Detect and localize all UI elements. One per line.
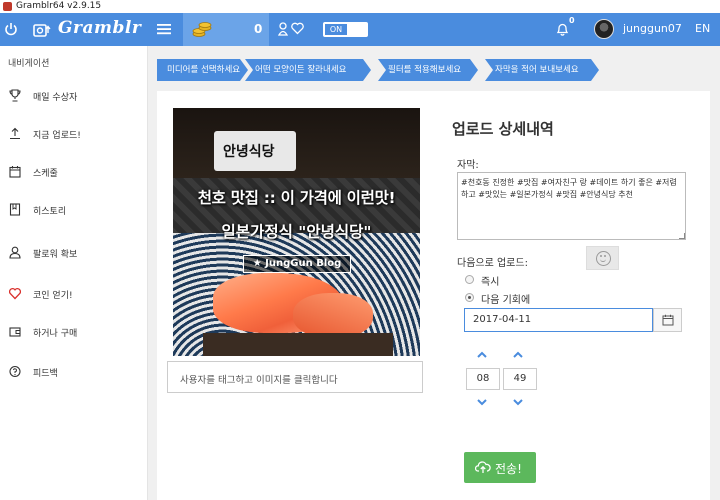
minute-up-chevron-icon[interactable] [512,351,524,359]
caption-label: 자막: [457,160,479,171]
calendar-button[interactable] [653,308,682,332]
step-filter[interactable]: 필터를 적용해보세요 [378,59,478,81]
sidebar-item-label: 매일 수상자 [33,93,78,103]
sidebar-item-schedule[interactable]: 스케줄 [0,160,148,184]
username[interactable]: junggun07 [623,22,682,35]
image-blog-banner: ★ JungGun Blog [243,255,351,273]
sidebar-header: 내비게이션 [8,59,50,69]
on-off-toggle[interactable]: ON [323,22,368,37]
tag-users-field[interactable]: 사용자를 태그하고 이미지를 클릭합니다 [167,361,423,393]
tag-users-placeholder: 사용자를 태그하고 이미지를 클릭합니다 [180,375,338,386]
top-navbar: Gramblr 0 ON 0 junggun07 EN [0,13,720,46]
calendar-icon [662,314,674,326]
app-logo: Gramblr [58,18,142,38]
image-bowl [203,333,393,356]
send-button[interactable]: 전송! [464,452,536,483]
upload-when-label: 다음으로 업로드: [457,258,528,269]
hour-down-chevron-icon[interactable] [476,398,488,406]
image-salmon-slice [293,293,373,338]
wallet-icon [9,327,21,337]
sidebar-item-daily-winners[interactable]: 매일 수상자 [0,84,148,108]
heart-icon[interactable] [291,22,304,35]
textarea-resize-handle[interactable] [679,233,685,239]
hour-up-chevron-icon[interactable] [476,351,488,359]
sidebar-item-label: 지금 업로드! [33,131,81,141]
sidebar-item-label: 히스토리 [33,207,67,217]
sidebar-item-label: 하거나 구매 [33,329,78,339]
trophy-icon [9,89,21,102]
window-title: Gramblr64 v2.9.15 [16,1,102,11]
smiley-icon [596,251,611,266]
follower-icon[interactable] [278,22,288,36]
step-select-media[interactable]: 미디어를 선택하세요 [157,59,248,81]
image-title-line2: 일본가정식 "안녕식당" [221,223,372,241]
caption-textarea[interactable]: #천호동 진정한 #맛집 #여자친구 랑 #데이트 하기 좋은 #저렴하고 #맛… [457,172,686,240]
date-field[interactable]: 2017-04-11 [464,308,653,332]
send-button-label: 전송! [495,462,522,476]
question-icon [9,365,21,378]
sidebar-item-buy[interactable]: 하거나 구매 [0,320,148,344]
bookmark-icon [9,203,21,216]
camera-upload-icon [33,24,51,37]
step-crop[interactable]: 어떤 모양이든 잘라내세요 [245,59,371,81]
image-preview[interactable]: 안녕식당 천호 맛집 :: 이 가격에 이런맛! 일본가정식 "안녕식당" ★ … [173,108,420,356]
window-titlebar: Gramblr64 v2.9.15 [0,0,720,13]
user-icon [9,246,21,259]
minute-down-chevron-icon[interactable] [512,398,524,406]
power-icon[interactable] [4,22,18,36]
sidebar-item-upload-now[interactable]: 지금 업로드! [0,122,148,146]
language-selector[interactable]: EN [695,22,710,35]
radio-upload-later[interactable] [465,293,474,302]
sidebar-item-label: 스케줄 [33,169,58,179]
sidebar-item-get-followers[interactable]: 팔로워 확보 [0,241,148,265]
heart-icon [9,287,21,300]
sidebar-item-get-coins[interactable]: 코인 얻기! [0,282,148,306]
image-sign-text: 안녕식당 [223,144,275,160]
calendar-icon [9,166,21,178]
coins-icon [192,22,212,37]
main-content: 미디어를 선택하세요 어떤 모양이든 잘라내세요 필터를 적용해보세요 자막을 … [148,46,720,500]
sidebar-item-feedback[interactable]: 피드백 [0,360,148,384]
image-background-top [173,108,420,178]
upload-icon [10,127,20,140]
coin-count: 0 [254,22,263,36]
bell-icon[interactable] [556,22,569,36]
toggle-on-label: ON [325,24,347,35]
cloud-upload-icon [475,461,491,473]
hour-field[interactable]: 08 [466,368,500,390]
notification-count: 0 [569,16,575,25]
app-icon [3,2,12,11]
hamburger-menu-icon[interactable] [157,23,171,35]
step-caption[interactable]: 자막을 적어 보내보세요 [485,59,599,81]
emoji-button[interactable] [586,246,619,270]
minute-field[interactable]: 49 [503,368,537,390]
radio-upload-later-label: 다음 기회에 [481,295,531,306]
sidebar: 내비게이션 매일 수상자 지금 업로드! 스케줄 히스토리 팔로워 확보 코인 … [0,46,148,500]
radio-upload-now-label: 즉시 [481,277,500,288]
sidebar-item-label: 피드백 [33,369,58,379]
upload-details-title: 업로드 상세내역 [452,120,554,138]
upload-panel: 안녕식당 천호 맛집 :: 이 가격에 이런맛! 일본가정식 "안녕식당" ★ … [157,91,710,500]
image-title-line1: 천호 맛집 :: 이 가격에 이런맛! [197,189,396,207]
sidebar-item-label: 코인 얻기! [33,291,73,301]
avatar[interactable] [594,19,614,39]
sidebar-item-history[interactable]: 히스토리 [0,198,148,222]
sidebar-item-label: 팔로워 확보 [33,250,78,260]
radio-upload-now[interactable] [465,275,474,284]
